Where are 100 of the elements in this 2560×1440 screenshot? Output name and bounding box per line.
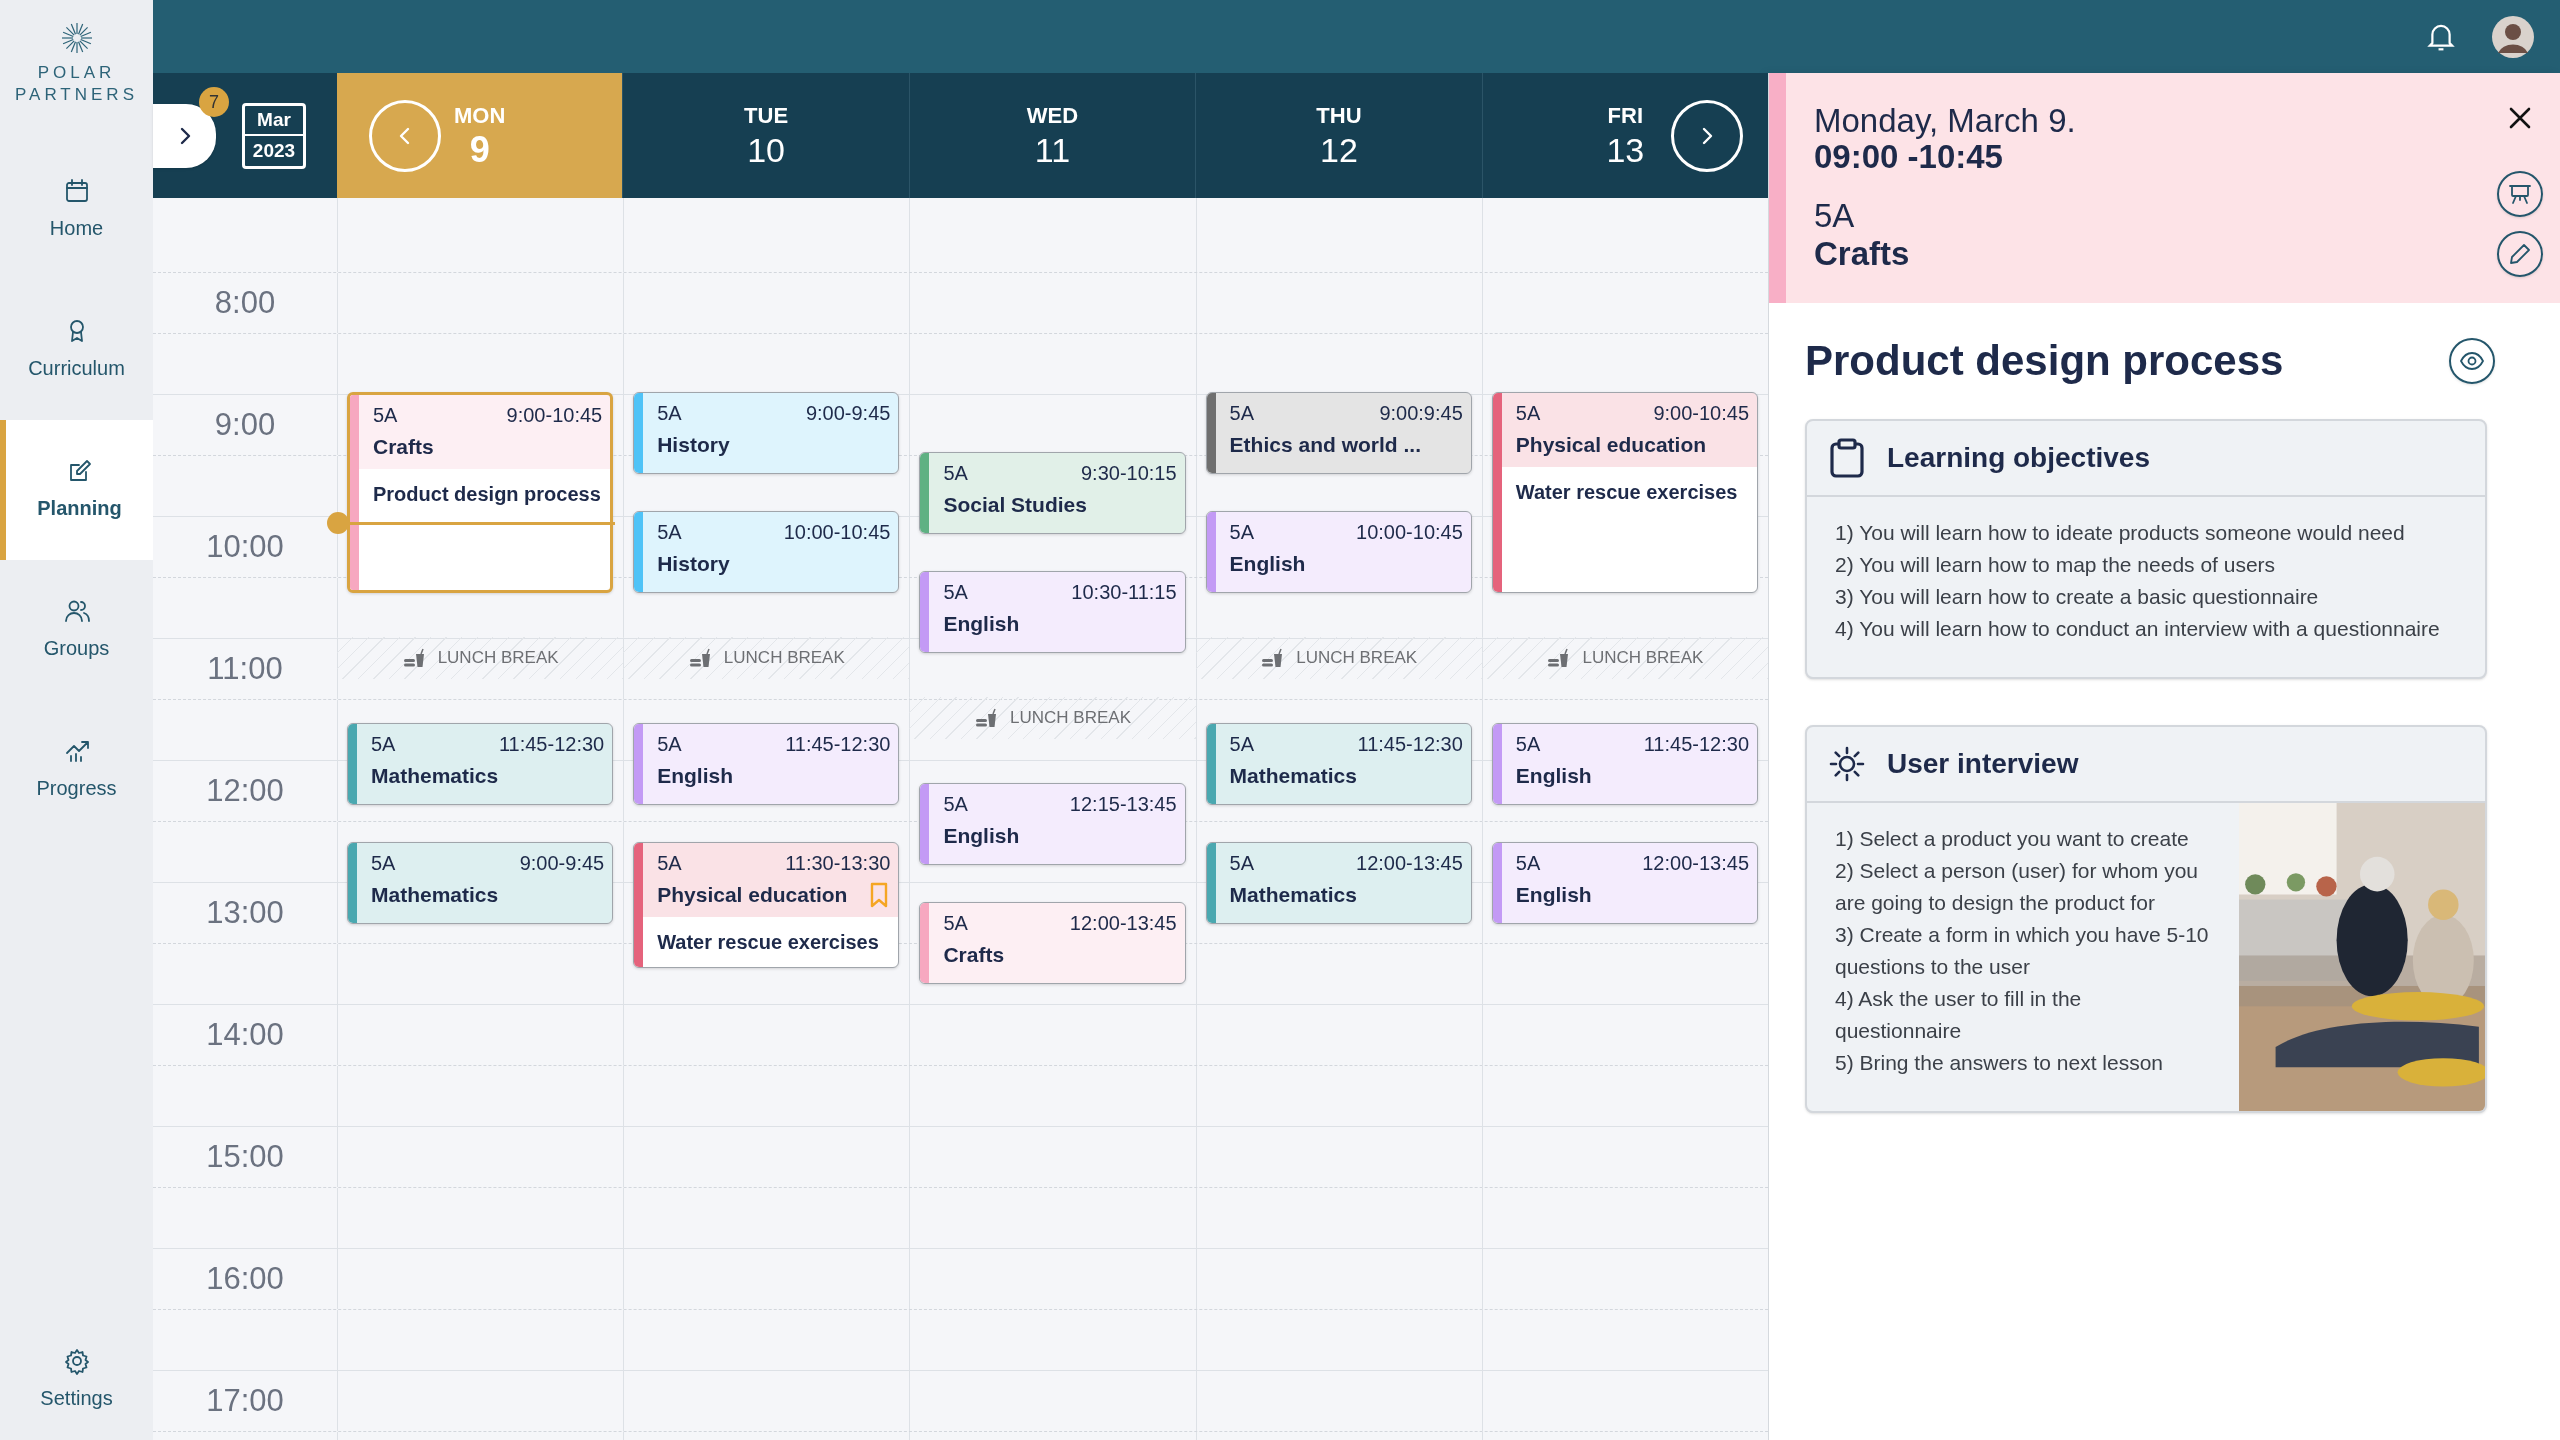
lesson-subject: Mathematics [1229,763,1357,789]
lesson-time: 12:15-13:45 [1069,792,1177,816]
lesson-card[interactable]: 5A 10:00-10:45 History [633,511,900,593]
sun-icon [1829,746,1865,782]
nav-item[interactable]: Planning [0,420,153,560]
nav-item[interactable]: Settings [0,1320,153,1440]
list-item-text: 1) Select a product you want to create [1835,826,2190,852]
lesson-subject: Mathematics [1229,882,1357,908]
lesson-card[interactable]: 5A 10:00-10:45 English [1205,511,1472,593]
present-button[interactable] [2497,171,2543,217]
list-item-text: 3) Create a form in which you have 5-10 questions to the user [1835,922,2210,980]
lesson-card[interactable]: 5A 9:00-9:45 History [633,392,900,474]
lesson-subject: English [657,763,734,789]
lesson-subject: Crafts [373,434,434,460]
user-avatar[interactable] [2492,15,2534,58]
time-label: 17:00 [206,1381,284,1420]
lunch-break-label: LUNCH BREAK [1296,647,1418,670]
day-tab[interactable]: FRI 13 [1606,101,1645,170]
settings-icon [62,1347,91,1375]
lesson-note: Water rescue exercises [656,930,880,955]
lesson-subject: English [1229,551,1306,577]
class-group: 5A [1229,732,1255,756]
lesson-card[interactable]: 5A 9:30-10:15 Social Studies [919,452,1186,534]
list-item-text: 3) You will learn how to create a basic questionnaire [1835,584,2320,610]
lesson-subject: History [657,432,730,458]
lesson-time: 9:30-10:15 [1080,461,1177,485]
day-tab[interactable]: TUE 10 [744,101,789,170]
year-label: 2023 [252,138,296,163]
next-week-button[interactable] [1671,100,1744,172]
day-tab[interactable]: THU 12 [1316,101,1362,170]
lesson-card[interactable]: 5A 11:45-12:30 English [633,723,900,805]
lesson-card[interactable]: 5A 9:00-10:45 Physical education Water rescue exercises [1491,392,1758,593]
lesson-card[interactable]: 5A 9:00-10:45 Crafts Product design process [347,392,614,593]
time-label: 15:00 [206,1137,284,1176]
lesson-time: 9:00:9:45 [1379,401,1463,425]
lesson-time: 9:00-9:45 [805,401,891,425]
lesson-card[interactable]: 5A 11:45-12:30 Mathematics [1205,723,1472,805]
nav-item[interactable]: Home [0,140,153,280]
lesson-card[interactable]: 5A 10:30-11:15 English [919,571,1186,653]
calendar-date-button[interactable]: Mar 2023 [242,102,306,169]
nav-item[interactable]: Progress [0,700,153,840]
food-drink-icon [401,647,426,669]
nav-item[interactable]: Curriculum [0,280,153,420]
lesson-card[interactable]: 5A 11:45-12:30 English [1491,723,1758,805]
lesson-time: 10:30-11:15 [1071,580,1177,604]
time-label: 9:00 [214,405,276,444]
list-item-text: 5) Bring the answers to next lesson [1835,1050,2164,1076]
preview-button[interactable] [2449,338,2495,384]
class-group: 5A [371,732,396,756]
lesson-time: 12:00-13:45 [1356,851,1463,875]
edit-button[interactable] [2497,231,2543,277]
logo-text: POLAR [37,62,116,84]
close-icon[interactable] [2507,105,2533,131]
class-group: 5A [943,461,968,485]
time-label: 14:00 [206,1015,284,1054]
section-title: User interview [1887,747,2079,781]
lesson-subject: English [1515,882,1592,908]
lesson-card[interactable]: 5A 12:00-13:45 Crafts [919,902,1186,984]
lunch-break-label: LUNCH BREAK [1010,707,1131,730]
lesson-date: Monday, March 9. [1814,103,2077,139]
lesson-card[interactable]: 5A 9:00-9:45 Mathematics [347,842,614,924]
class-group: 5A [657,520,682,544]
class-group: 5A [1229,520,1255,544]
lesson-time: 11:45-12:30 [498,732,605,756]
lesson-card[interactable]: 5A 12:15-13:45 English [919,783,1186,865]
logo-text: PARTNERS [15,84,138,106]
lesson-title: Product design process [1805,336,2284,386]
lesson-card[interactable]: 5A 11:30-13:30 Physical education Water rescue exercises [633,842,900,968]
class-group: 5A [943,792,968,816]
lesson-card[interactable]: 5A 12:00-13:45 Mathematics [1205,842,1472,924]
class-group: 5A [657,401,682,425]
lesson-time: 11:45-12:30 [785,732,891,756]
lesson-time: 11:45-12:30 [1357,732,1463,756]
class-group: 5A [1515,732,1541,756]
lesson-time: 9:00-9:45 [519,851,605,875]
class-group: 5A [373,403,398,427]
food-drink-icon [1546,647,1571,669]
class-group: 5A [1814,197,2480,235]
nav-item[interactable]: Groups [0,560,153,700]
lesson-time: 12:00-13:45 [1069,911,1177,935]
lesson-card[interactable]: 5A 9:00:9:45 Ethics and world ... [1205,392,1472,474]
easel-board-icon [2508,182,2532,206]
lesson-subject: Crafts [943,942,1005,968]
lesson-card[interactable]: 5A 11:45-12:30 Mathematics [347,723,614,805]
food-drink-icon [687,647,712,669]
lesson-time: 11:30-13:30 [785,851,891,875]
time-label: 12:00 [206,771,284,810]
time-label: 8:00 [214,283,276,322]
lesson-note: Water rescue exercises [1514,480,1739,505]
lesson-card[interactable]: 5A 12:00-13:45 English [1491,842,1758,924]
lesson-time: 10:00-10:45 [1356,520,1463,544]
time-label: 11:00 [207,649,283,688]
lesson-subject: English [943,611,1020,637]
lesson-subject: Social Studies [943,492,1087,518]
class-group: 5A [657,851,682,875]
list-item-text: 2) You will learn how to map the needs of users [1835,552,2277,578]
lunch-break-label: LUNCH BREAK [437,647,559,670]
lesson-subject: Ethics and world ... [1229,432,1421,458]
lesson-subject: English [1515,763,1592,789]
day-tab[interactable]: WED 11 [1026,101,1079,170]
